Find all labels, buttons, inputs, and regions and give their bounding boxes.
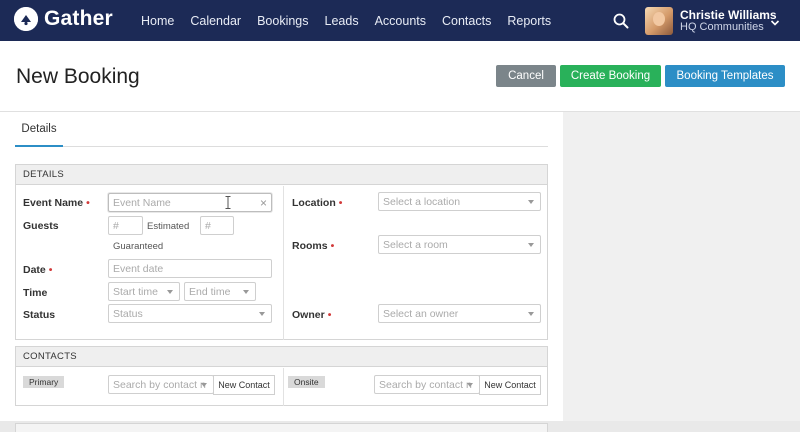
column-divider: [283, 186, 284, 340]
required-marker: •: [48, 264, 53, 276]
cancel-button[interactable]: Cancel: [496, 65, 556, 87]
next-section-edge: [15, 423, 548, 432]
caret-down-icon: [528, 200, 534, 204]
nav-item-leads[interactable]: Leads: [325, 14, 359, 28]
search-icon[interactable]: [612, 12, 630, 30]
required-marker: •: [86, 197, 90, 209]
side-panel: [563, 112, 800, 432]
date-label: Date •: [23, 264, 53, 276]
guaranteed-label: Guaranteed: [113, 241, 164, 252]
text-cursor-icon: [225, 196, 231, 209]
app-name: Gather: [44, 7, 113, 30]
top-navigation-bar: Gather Home Calendar Bookings Leads Acco…: [0, 0, 800, 41]
nav-item-calendar[interactable]: Calendar: [190, 14, 241, 28]
estimated-label: Estimated: [147, 221, 190, 232]
user-organization: HQ Communities: [680, 21, 764, 33]
avatar: [645, 7, 673, 35]
end-time-select[interactable]: End time: [184, 282, 256, 301]
onsite-contact-search[interactable]: Search by contact n: [374, 375, 480, 394]
event-name-input[interactable]: Event Name ×: [108, 193, 272, 212]
nav-item-home[interactable]: Home: [141, 14, 174, 28]
caret-down-icon: [201, 383, 207, 387]
primary-new-contact-button[interactable]: New Contact: [213, 375, 275, 395]
caret-down-icon: [243, 290, 249, 294]
nav-item-accounts[interactable]: Accounts: [375, 14, 426, 28]
rooms-select[interactable]: Select a room: [378, 235, 541, 254]
start-time-select[interactable]: Start time: [108, 282, 180, 301]
required-marker: •: [338, 197, 343, 209]
column-divider: [283, 368, 284, 406]
time-label: Time: [23, 287, 48, 299]
caret-down-icon: [528, 312, 534, 316]
nav-item-reports[interactable]: Reports: [507, 14, 551, 28]
caret-down-icon: [467, 383, 473, 387]
caret-down-icon: [167, 290, 173, 294]
gather-logo-icon: [14, 7, 38, 31]
primary-contact-search[interactable]: Search by contact n: [108, 375, 214, 394]
nav-item-contacts[interactable]: Contacts: [442, 14, 491, 28]
guests-guaranteed-input[interactable]: #: [200, 216, 234, 235]
guests-estimated-input[interactable]: #: [108, 216, 143, 235]
owner-label: Owner •: [292, 309, 332, 321]
nav-item-bookings[interactable]: Bookings: [257, 14, 308, 28]
owner-select[interactable]: Select an owner: [378, 304, 541, 323]
clear-icon[interactable]: ×: [260, 196, 267, 210]
contacts-section: CONTACTS Primary Search by contact n New…: [15, 346, 548, 406]
required-marker: •: [330, 240, 335, 252]
user-menu[interactable]: Christie Williams HQ Communities: [645, 6, 777, 36]
caret-down-icon: [528, 243, 534, 247]
location-label: Location •: [292, 197, 343, 209]
tab-details[interactable]: Details: [15, 112, 63, 147]
user-name: Christie Williams: [680, 8, 777, 22]
page-header: New Booking Cancel Create Booking Bookin…: [0, 41, 800, 112]
main-nav: Home Calendar Bookings Leads Accounts Co…: [133, 0, 559, 41]
status-label: Status: [23, 309, 56, 321]
location-select[interactable]: Select a location: [378, 192, 541, 211]
status-select[interactable]: Status: [108, 304, 272, 323]
event-name-label: Event Name •: [23, 197, 90, 209]
page-title: New Booking: [16, 65, 140, 88]
required-marker: •: [327, 309, 332, 321]
details-section: DETAILS Event Name • Event Name × Guests …: [15, 164, 548, 340]
contacts-section-header: CONTACTS: [16, 347, 547, 367]
chevron-down-icon[interactable]: [770, 15, 780, 26]
guests-label: Guests: [23, 220, 59, 232]
booking-templates-button[interactable]: Booking Templates: [665, 65, 785, 87]
onsite-new-contact-button[interactable]: New Contact: [479, 375, 541, 395]
details-section-header: DETAILS: [16, 165, 547, 185]
rooms-label: Rooms •: [292, 240, 335, 252]
onsite-tag: Onsite: [288, 376, 325, 388]
app-logo[interactable]: Gather: [14, 7, 113, 31]
create-booking-button[interactable]: Create Booking: [560, 65, 661, 87]
primary-tag: Primary: [23, 376, 65, 388]
caret-down-icon: [259, 312, 265, 316]
tab-bar: Details: [15, 112, 548, 147]
event-date-input[interactable]: Event date: [108, 259, 272, 278]
